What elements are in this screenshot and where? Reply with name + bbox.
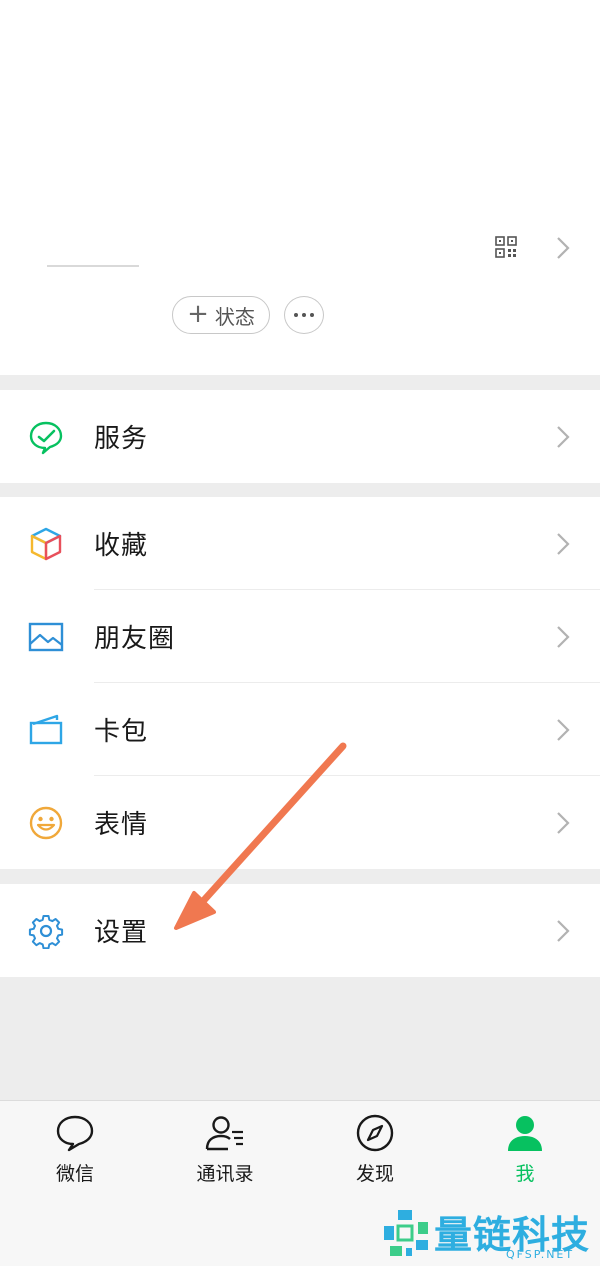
menu-item-settings[interactable]: 设置 xyxy=(0,884,600,977)
dot xyxy=(310,313,314,317)
qr-code-icon[interactable] xyxy=(495,236,517,258)
features-group: 收藏 朋友圈 卡包 表情 xyxy=(0,497,600,869)
watermark-url: QFSP.NET xyxy=(506,1248,575,1261)
dot xyxy=(294,313,298,317)
add-status-button[interactable]: + 状态 xyxy=(172,296,270,334)
menu-item-label: 朋友圈 xyxy=(94,624,176,654)
dot xyxy=(302,313,306,317)
menu-item-stickers[interactable]: 表情 xyxy=(0,776,600,869)
settings-group: 设置 xyxy=(0,884,600,977)
compass-icon xyxy=(356,1114,394,1152)
tab-label: 发现 xyxy=(355,1163,394,1185)
person-icon xyxy=(508,1116,542,1151)
chevron-right-icon xyxy=(557,811,570,834)
tab-label: 通讯录 xyxy=(196,1163,254,1185)
wallet-card-icon xyxy=(29,714,63,744)
menu-item-favorites[interactable]: 收藏 xyxy=(0,497,600,590)
chevron-right-icon xyxy=(557,625,570,648)
menu-item-label: 卡包 xyxy=(94,717,149,747)
chevron-right-icon xyxy=(557,919,570,942)
profile-header: + 状态 xyxy=(0,0,600,375)
watermark-logo xyxy=(384,1210,428,1256)
tab-chats[interactable]: 微信 xyxy=(25,1113,125,1186)
menu-item-label: 设置 xyxy=(94,918,149,948)
contacts-icon xyxy=(205,1116,243,1151)
more-options-button[interactable] xyxy=(284,296,324,334)
chat-bubble-icon xyxy=(56,1115,94,1152)
services-group: 服务 xyxy=(0,390,600,483)
menu-item-services[interactable]: 服务 xyxy=(0,390,600,483)
moments-picture-icon xyxy=(28,622,64,651)
menu-item-cards[interactable]: 卡包 xyxy=(0,683,600,776)
menu-item-label: 表情 xyxy=(94,810,149,840)
profile-chevron-right-icon[interactable] xyxy=(555,236,571,260)
smiley-face-icon xyxy=(29,806,63,839)
favorites-cube-icon xyxy=(30,527,62,560)
tab-contacts[interactable]: 通讯录 xyxy=(175,1113,275,1186)
menu-item-label: 服务 xyxy=(94,424,149,454)
tab-label: 我 xyxy=(515,1163,535,1185)
chevron-right-icon xyxy=(557,425,570,448)
menu-item-label: 收藏 xyxy=(94,531,149,561)
tab-label: 微信 xyxy=(55,1163,94,1185)
services-icon xyxy=(29,421,63,454)
chevron-right-icon xyxy=(557,532,570,555)
tab-me[interactable]: 我 xyxy=(475,1113,575,1186)
tab-discover[interactable]: 发现 xyxy=(325,1113,425,1186)
profile-name-placeholder xyxy=(47,265,139,267)
menu-item-moments[interactable]: 朋友圈 xyxy=(0,590,600,683)
watermark: 量链科技 QFSP.NET xyxy=(378,1204,600,1266)
chevron-right-icon xyxy=(557,718,570,741)
plus-icon: + xyxy=(187,299,209,329)
gear-icon xyxy=(28,914,64,949)
status-button-label: 状态 xyxy=(214,304,255,329)
